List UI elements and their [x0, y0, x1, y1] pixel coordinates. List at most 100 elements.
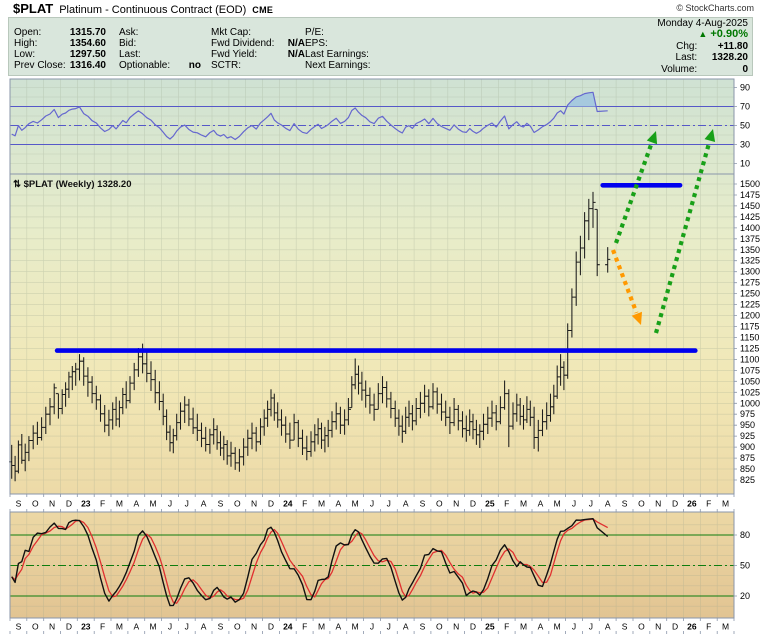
svg-text:1025: 1025 — [740, 387, 760, 397]
svg-text:S: S — [420, 622, 426, 632]
svg-text:25: 25 — [485, 499, 495, 509]
up-triangle-icon: ▲ — [698, 29, 707, 39]
quote-column-3: P/E:EPS:Last Earnings:Next Earnings: — [305, 27, 385, 71]
svg-text:S: S — [420, 499, 426, 509]
quote-label: Optionable: — [119, 60, 173, 71]
svg-text:M: M — [520, 499, 527, 509]
svg-text:10: 10 — [740, 159, 750, 169]
quote-label: Ask: — [119, 27, 173, 38]
svg-text:1100: 1100 — [740, 354, 759, 364]
svg-text:23: 23 — [81, 499, 91, 509]
svg-text:M: M — [722, 499, 729, 509]
svg-text:S: S — [622, 622, 628, 632]
svg-text:1075: 1075 — [740, 365, 760, 375]
svg-text:975: 975 — [740, 409, 755, 419]
svg-text:925: 925 — [740, 431, 755, 441]
svg-text:J: J — [185, 622, 189, 632]
svg-text:O: O — [638, 499, 645, 509]
instrument-name: Platinum - Continuous Contract (EOD) — [59, 4, 246, 16]
svg-text:M: M — [352, 499, 359, 509]
svg-text:F: F — [706, 499, 711, 509]
svg-text:1325: 1325 — [740, 256, 760, 266]
svg-text:J: J — [572, 622, 576, 632]
quote-label: SCTR: — [211, 60, 277, 71]
quote-label: Prev Close: — [14, 60, 66, 71]
svg-text:O: O — [638, 622, 645, 632]
svg-text:N: N — [251, 622, 257, 632]
svg-text:1425: 1425 — [740, 212, 760, 222]
svg-text:900: 900 — [740, 442, 755, 452]
scale-toggle-icon: ⇅ — [13, 179, 22, 190]
quote-right-block: Monday 4-Aug-2025 ▲ +0.90% Chg: +11.80 L… — [657, 18, 748, 75]
quote-label: Last: — [119, 49, 173, 60]
quote-label: Open: — [14, 27, 66, 38]
copyright: © StockCharts.com — [676, 3, 754, 13]
svg-text:1300: 1300 — [740, 267, 760, 277]
svg-text:M: M — [352, 622, 359, 632]
last-row: Last: 1328.20 — [657, 52, 748, 63]
svg-text:A: A — [403, 622, 409, 632]
svg-text:A: A — [201, 499, 207, 509]
quote-label: Low: — [14, 49, 66, 60]
quote-label: Bid: — [119, 38, 173, 49]
svg-text:F: F — [302, 499, 307, 509]
svg-text:A: A — [133, 622, 139, 632]
svg-text:1175: 1175 — [740, 322, 759, 332]
volume-row: Volume: 0 — [657, 64, 748, 75]
quote-label: Fwd Yield: — [211, 49, 277, 60]
svg-text:J: J — [185, 499, 189, 509]
svg-text:O: O — [436, 499, 443, 509]
svg-text:24: 24 — [283, 499, 293, 509]
change-value: +11.80 — [700, 41, 748, 52]
exchange: CME — [252, 5, 273, 15]
stockcharts-chart-page: ⇅ $PLAT (Weekly) 1328.208258508759009259… — [0, 0, 768, 634]
quote-value: no — [173, 60, 201, 71]
svg-text:M: M — [722, 622, 729, 632]
quote-column-0: Open:1315.70High:1354.60Low:1297.50Prev … — [14, 27, 106, 71]
svg-text:A: A — [335, 499, 341, 509]
svg-text:S: S — [218, 622, 224, 632]
svg-text:N: N — [453, 499, 459, 509]
svg-text:1375: 1375 — [740, 234, 760, 244]
svg-text:A: A — [403, 499, 409, 509]
svg-text:J: J — [370, 622, 374, 632]
svg-text:D: D — [268, 499, 274, 509]
quote-value: 1316.40 — [66, 60, 106, 71]
svg-text:J: J — [370, 499, 374, 509]
quote-label: EPS: — [305, 38, 385, 49]
svg-text:50: 50 — [740, 121, 750, 131]
svg-text:90: 90 — [740, 83, 750, 93]
quote-panel: Open:1315.70High:1354.60Low:1297.50Prev … — [8, 17, 753, 76]
svg-text:A: A — [605, 622, 611, 632]
svg-text:1400: 1400 — [740, 223, 760, 233]
svg-text:1475: 1475 — [740, 190, 760, 200]
chart-canvas[interactable]: ⇅ $PLAT (Weekly) 1328.208258508759009259… — [0, 0, 768, 634]
svg-text:M: M — [318, 622, 325, 632]
svg-text:A: A — [605, 499, 611, 509]
quote-label: High: — [14, 38, 66, 49]
svg-text:D: D — [470, 622, 476, 632]
quote-column-2: Mkt Cap:Fwd Dividend:N/AFwd Yield:N/ASCT… — [211, 27, 305, 71]
quote-label: P/E: — [305, 27, 385, 38]
svg-text:M: M — [318, 499, 325, 509]
svg-text:S: S — [622, 499, 628, 509]
svg-text:1050: 1050 — [740, 376, 760, 386]
svg-text:70: 70 — [740, 102, 750, 112]
svg-text:J: J — [572, 499, 576, 509]
svg-text:N: N — [251, 499, 257, 509]
svg-text:30: 30 — [740, 140, 750, 150]
svg-text:50: 50 — [740, 561, 750, 571]
svg-text:O: O — [436, 622, 443, 632]
last-value: 1328.20 — [700, 52, 748, 63]
svg-text:F: F — [100, 499, 105, 509]
svg-text:J: J — [168, 499, 172, 509]
svg-text:O: O — [32, 499, 39, 509]
svg-text:1225: 1225 — [740, 300, 760, 310]
percent-change: ▲ +0.90% — [657, 29, 748, 40]
svg-text:D: D — [672, 622, 678, 632]
svg-text:D: D — [268, 622, 274, 632]
svg-text:825: 825 — [740, 475, 755, 485]
svg-text:26: 26 — [687, 499, 697, 509]
quote-label: Fwd Dividend: — [211, 38, 277, 49]
svg-text:A: A — [538, 622, 544, 632]
